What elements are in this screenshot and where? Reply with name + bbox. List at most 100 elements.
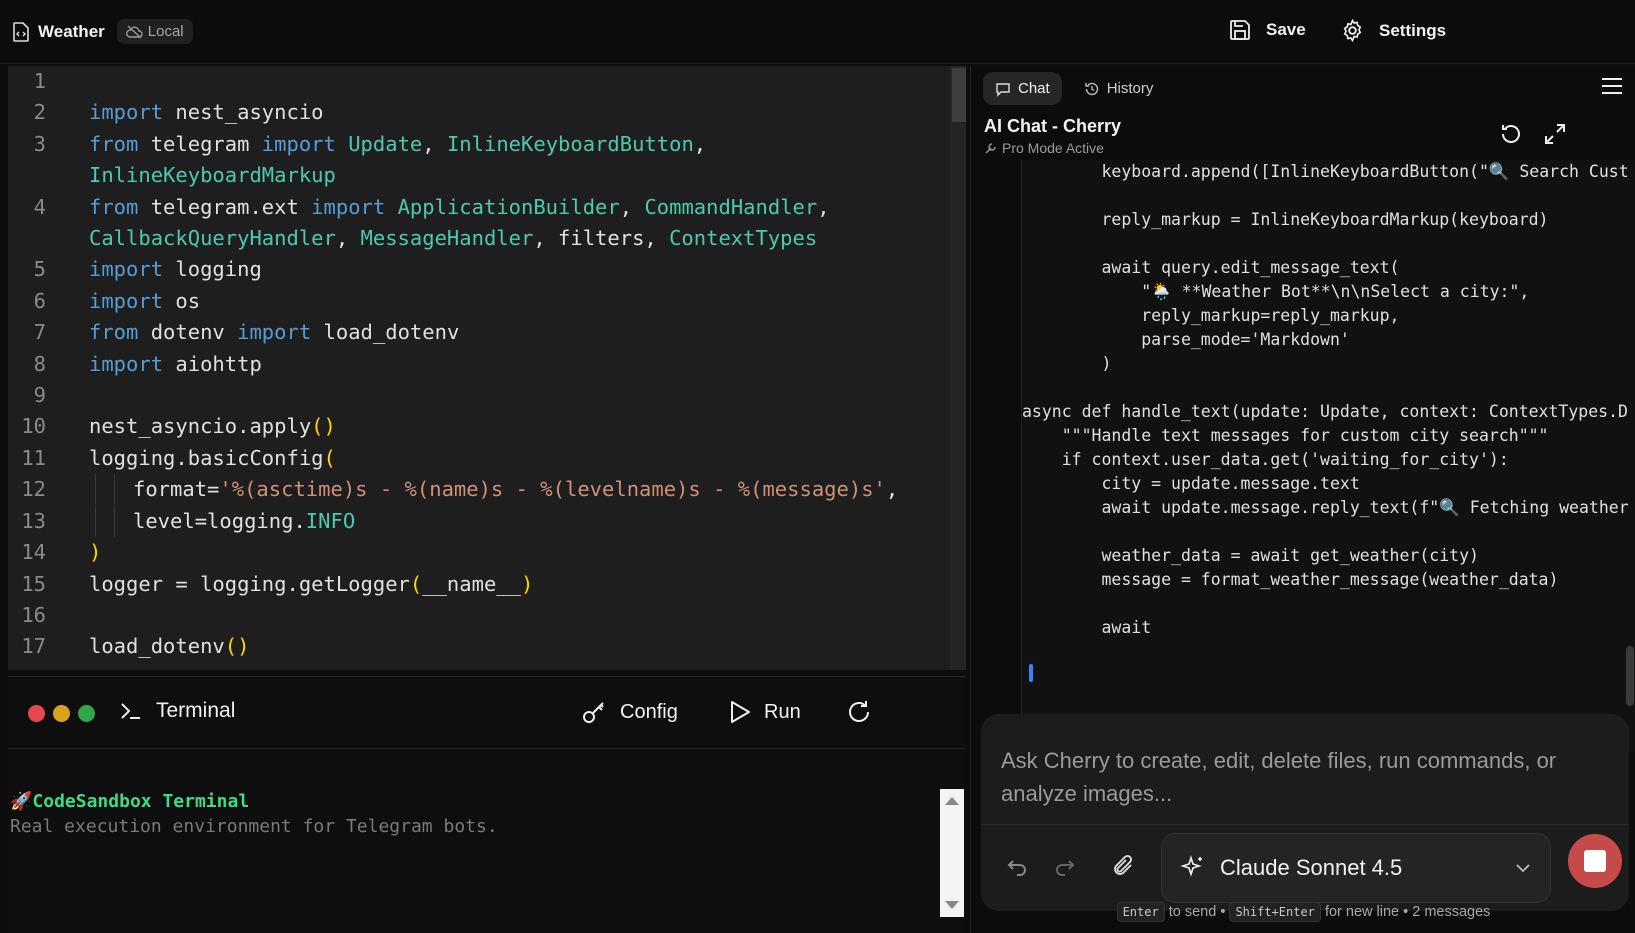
- chat-bubble-icon: [996, 82, 1010, 97]
- config-button[interactable]: Config: [582, 699, 678, 725]
- gear-icon: [1343, 18, 1362, 43]
- code-line: 14): [21, 540, 102, 565]
- message-input[interactable]: Ask Cherry to create, edit, delete files…: [1001, 744, 1601, 810]
- expand-icon[interactable]: [1543, 122, 1567, 146]
- chat-code-line: await query.edit_message_text(: [1022, 258, 1400, 277]
- terminal-panel: Terminal Config Run 🚀CodeSandbox Termina…: [8, 676, 966, 933]
- reset-icon[interactable]: [1499, 122, 1523, 146]
- play-icon: [731, 701, 750, 723]
- refresh-button[interactable]: [846, 699, 872, 725]
- chat-code-line: city = update.message.text: [1022, 474, 1360, 493]
- chat-code-line: reply_markup = InlineKeyboardMarkup(keyb…: [1022, 210, 1549, 229]
- local-badge-label: Local: [147, 23, 184, 40]
- run-button[interactable]: Run: [728, 699, 801, 725]
- chat-code-line: """Handle text messages for custom city …: [1022, 426, 1549, 445]
- chat-code-line: if context.user_data.get('waiting_for_ci…: [1022, 450, 1509, 469]
- enter-kbd: Enter: [1116, 902, 1165, 922]
- stop-icon: [1584, 850, 1606, 872]
- chat-code-line: await update.message.reply_text(f"🔍 Fetc…: [1022, 498, 1629, 517]
- editor-scrollbar[interactable]: [950, 66, 966, 670]
- code-line: 15 logger = logging.getLogger(__name__): [21, 571, 534, 596]
- project-header: Weather Local: [12, 19, 193, 44]
- chat-code-line: reply_markup=reply_markup,: [1022, 306, 1400, 325]
- save-label: Save: [1266, 20, 1306, 39]
- code-line-wrap: CallbackQueryHandler, MessageHandler, fi…: [89, 226, 818, 251]
- chevron-down-icon: [1516, 864, 1530, 873]
- editor-scroll-thumb[interactable]: [952, 68, 966, 122]
- hint-send: to send •: [1168, 904, 1226, 920]
- chat-tools: [1499, 122, 1567, 146]
- scroll-up-icon[interactable]: [940, 791, 964, 811]
- wrench-icon: [985, 142, 996, 153]
- model-name: Claude Sonnet 4.5: [1220, 855, 1403, 880]
- composer-hint: Enter to send • Shift+Enter for new line…: [971, 902, 1635, 922]
- code-line: 2 import nest_asyncio: [33, 100, 324, 125]
- settings-button[interactable]: Settings: [1340, 18, 1446, 43]
- code-line: 12 format='%(asctime)s - %(name)s - %(lev…: [8, 474, 966, 506]
- chat-code-line: "🌦️ **Weather Bot**\n\nSelect a city:",: [1022, 282, 1530, 301]
- chat-code-line: parse_mode='Markdown': [1022, 330, 1350, 349]
- code-line: 8 import aiohttp: [33, 351, 262, 376]
- code-line-wrap: InlineKeyboardMarkup: [89, 163, 336, 188]
- code-line: 4 from telegram.ext import ApplicationBui…: [33, 194, 830, 219]
- terminal-title-label: Terminal: [156, 699, 236, 722]
- tab-history[interactable]: History: [1072, 72, 1166, 105]
- terminal-prompt-icon: [121, 703, 140, 719]
- chat-code-line: ): [1022, 354, 1112, 373]
- top-bar: Weather Local Save Settings: [0, 0, 1635, 64]
- history-icon: [1084, 82, 1098, 95]
- tab-chat[interactable]: Chat: [983, 72, 1062, 105]
- settings-label: Settings: [1379, 20, 1447, 40]
- cloud-off-icon: [125, 24, 143, 39]
- code-line: 6 import os: [33, 288, 201, 313]
- run-label: Run: [764, 700, 801, 723]
- editor-lines: 1 2 import nest_asyncio 3 from telegram im…: [8, 66, 966, 663]
- close-dot[interactable]: [28, 705, 45, 722]
- local-badge[interactable]: Local: [116, 19, 193, 44]
- undo-icon[interactable]: [1003, 853, 1029, 879]
- paperclip-icon[interactable]: [1111, 853, 1137, 879]
- redo-icon[interactable]: [1053, 853, 1079, 879]
- maximize-dot[interactable]: [78, 705, 95, 722]
- chat-code-line: await: [1022, 618, 1152, 637]
- terminal-title: Terminal: [120, 699, 235, 723]
- chat-code-block: keyboard.append([InlineKeyboardButton("🔍…: [1021, 160, 1635, 752]
- code-line: 10 nest_asyncio.apply(): [21, 414, 336, 439]
- code-line: 9: [33, 383, 46, 408]
- stop-button[interactable]: [1568, 834, 1622, 888]
- pro-mode-label: Pro Mode Active: [1002, 140, 1104, 156]
- code-line: 11 logging.basicConfig(: [21, 445, 336, 470]
- shift-enter-kbd: Shift+Enter: [1229, 902, 1321, 922]
- chat-code-line: async def handle_text(update: Update, co…: [1022, 402, 1628, 421]
- save-button[interactable]: Save: [1228, 18, 1306, 42]
- composer-toolbar: Claude Sonnet 4.5: [981, 824, 1629, 911]
- terminal-subtitle: Real execution environment for Telegram …: [10, 816, 498, 837]
- chat-code-line: weather_data = await get_weather(city): [1022, 546, 1479, 565]
- terminal-output: 🚀CodeSandbox Terminal Real execution env…: [10, 789, 498, 839]
- scroll-down-icon[interactable]: [940, 895, 964, 915]
- code-editor[interactable]: 1 2 import nest_asyncio 3 from telegram im…: [8, 66, 966, 670]
- config-label: Config: [620, 700, 678, 723]
- tab-chat-label: Chat: [1018, 80, 1050, 97]
- code-line: 7 from dotenv import load_dotenv: [33, 320, 460, 345]
- code-line: 5 import logging: [33, 257, 262, 282]
- terminal-header: Terminal Config Run: [8, 677, 966, 749]
- message-composer: Ask Cherry to create, edit, delete files…: [981, 714, 1629, 911]
- minimize-dot[interactable]: [53, 705, 70, 722]
- terminal-scrollbar[interactable]: [940, 789, 964, 917]
- chat-scrollbar[interactable]: [1626, 646, 1634, 706]
- code-line: 17 load_dotenv(): [21, 634, 250, 659]
- file-code-icon: [13, 21, 29, 42]
- code-line: 16: [21, 602, 46, 627]
- chat-code-line: message = format_weather_message(weather…: [1022, 570, 1559, 589]
- save-icon: [1230, 20, 1250, 40]
- refresh-icon: [849, 701, 869, 722]
- tab-history-label: History: [1106, 80, 1154, 97]
- hint-newline: for new line • 2 messages: [1324, 904, 1491, 920]
- model-select[interactable]: Claude Sonnet 4.5: [1161, 833, 1551, 903]
- hamburger-menu-icon[interactable]: [1601, 76, 1623, 101]
- chat-tabs: Chat History: [983, 72, 1165, 105]
- project-title: Weather: [38, 21, 105, 41]
- terminal-banner: 🚀CodeSandbox Terminal: [10, 791, 250, 812]
- chat-panel: Chat History AI Chat - Cherry Pro Mode A…: [970, 66, 1635, 933]
